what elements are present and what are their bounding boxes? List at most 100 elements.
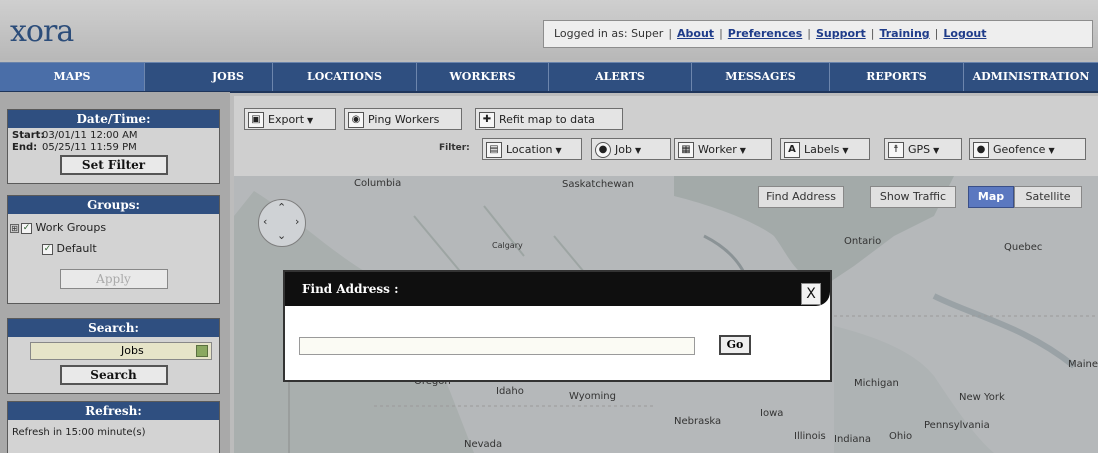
- header: xora Logged in as: Super | About | Preferenc…: [0, 0, 1098, 60]
- user-bar: Logged in as: Super | About | Preferences | Su…: [543, 20, 1093, 48]
- search-select[interactable]: Jobs: [30, 342, 212, 360]
- map-label: Michigan: [854, 378, 899, 389]
- gps-filter[interactable]: ☨ GPS ▼: [884, 138, 962, 160]
- refit-map-button[interactable]: ✚ Refit map to data: [475, 108, 623, 130]
- map-label: Saskatchewan: [562, 179, 634, 190]
- work-groups-label: Work Groups: [35, 221, 107, 234]
- dialog-titlebar: Find Address :: [285, 272, 830, 306]
- map-label: Illinois: [794, 431, 826, 442]
- groups-title: Groups:: [8, 196, 219, 214]
- address-input[interactable]: [299, 337, 695, 355]
- map-label: Iowa: [760, 408, 784, 419]
- find-address-control[interactable]: Find Address: [758, 186, 844, 208]
- pan-up-icon[interactable]: ⌃: [277, 201, 286, 214]
- default-group-row[interactable]: ✓ Default: [8, 234, 219, 255]
- refresh-panel: Refresh: Refresh in 15:00 minute(s): [7, 401, 220, 453]
- labels-filter[interactable]: A Labels ▼: [780, 138, 870, 160]
- set-filter-button[interactable]: Set Filter: [59, 155, 168, 175]
- map-label: Maine: [1068, 359, 1098, 370]
- logged-in-label: Logged in as: Super: [554, 27, 664, 40]
- ping-workers-button[interactable]: ◉ Ping Workers: [344, 108, 462, 130]
- map-view-toggle[interactable]: Map: [968, 186, 1014, 208]
- location-filter[interactable]: ▤ Location ▼: [482, 138, 582, 160]
- go-button[interactable]: Go: [719, 335, 751, 355]
- refresh-title: Refresh:: [8, 402, 219, 420]
- ping-icon: ◉: [348, 112, 364, 128]
- pan-left-icon[interactable]: ‹: [263, 215, 267, 228]
- dialog-title: Find Address :: [302, 282, 399, 296]
- map-label: Ohio: [889, 431, 913, 442]
- tab-administration[interactable]: ADMINISTRATION: [964, 63, 1098, 91]
- map-label: Quebec: [1004, 242, 1043, 253]
- map-label: Pennsylvania: [924, 420, 990, 431]
- datetime-panel: Date/Time: Start:03/01/11 12:00 AM End: 0…: [7, 109, 220, 184]
- tab-jobs[interactable]: JOBS: [145, 63, 273, 91]
- gps-icon: ☨: [888, 142, 904, 158]
- tab-alerts[interactable]: ALERTS: [549, 63, 692, 91]
- tab-reports[interactable]: REPORTS: [830, 63, 964, 91]
- pan-right-icon[interactable]: ›: [295, 215, 299, 228]
- preferences-link[interactable]: Preferences: [728, 21, 802, 47]
- map-toolbar: ▣ Export ▼ ◉ Ping Workers ✚ Refit map to dat…: [234, 96, 1098, 176]
- datetime-title: Date/Time:: [8, 110, 219, 128]
- export-icon: ▣: [248, 112, 264, 128]
- satellite-view-toggle[interactable]: Satellite: [1014, 186, 1082, 208]
- xora-logo: xora: [10, 14, 74, 49]
- start-label: Start:: [12, 130, 45, 141]
- start-row: Start:03/01/11 12:00 AM: [8, 128, 219, 141]
- checkbox-icon[interactable]: ✓: [42, 243, 53, 255]
- search-panel: Search: Jobs Search: [7, 318, 220, 394]
- tab-messages[interactable]: MESSAGES: [692, 63, 830, 91]
- work-groups-row[interactable]: ⊞ ✓ Work Groups: [8, 214, 219, 234]
- location-icon: ▤: [486, 142, 502, 158]
- groups-panel: Groups: ⊞ ✓ Work Groups ✓ Default Apply: [7, 195, 220, 304]
- end-row: End: 05/25/11 11:59 PM: [8, 141, 219, 153]
- worker-icon: ▦: [678, 142, 694, 158]
- geofence-filter[interactable]: ● Geofence ▼: [969, 138, 1086, 160]
- logout-link[interactable]: Logout: [943, 21, 986, 47]
- labels-icon: A: [784, 142, 800, 158]
- end-value: 05/25/11 11:59 PM: [42, 142, 137, 153]
- start-value: 03/01/11 12:00 AM: [42, 130, 138, 141]
- expand-icon[interactable]: ⊞: [10, 223, 19, 233]
- map-label: Idaho: [496, 386, 524, 397]
- checkbox-icon[interactable]: ✓: [21, 222, 32, 234]
- tab-workers[interactable]: WORKERS: [417, 63, 549, 91]
- map-label: Nevada: [464, 439, 503, 450]
- tab-locations[interactable]: LOCATIONS: [273, 63, 417, 91]
- close-icon[interactable]: X: [801, 283, 821, 305]
- pan-control[interactable]: ⌃ ‹ › ⌄: [258, 199, 306, 247]
- job-filter[interactable]: ● Job ▼: [591, 138, 671, 160]
- sidebar: Date/Time: Start:03/01/11 12:00 AM End: 0…: [0, 92, 230, 453]
- find-address-dialog: Find Address : X Go: [283, 270, 832, 382]
- apply-button[interactable]: Apply: [59, 269, 168, 289]
- map-label: Nebraska: [674, 416, 722, 427]
- geofence-icon: ●: [973, 142, 989, 158]
- end-label: End:: [12, 142, 38, 153]
- map-label: Wyoming: [569, 391, 616, 402]
- dropdown-icon[interactable]: [196, 345, 208, 357]
- about-link[interactable]: About: [677, 21, 714, 47]
- show-traffic-control[interactable]: Show Traffic: [870, 186, 956, 208]
- map-label: Calgary: [492, 241, 523, 250]
- main-nav: MAPS JOBS LOCATIONS WORKERS ALERTS MESSA…: [0, 62, 1098, 93]
- map-label: New York: [959, 392, 1005, 403]
- app-window: xora Logged in as: Super | About | Preferenc…: [0, 0, 1098, 453]
- export-button[interactable]: ▣ Export ▼: [244, 108, 336, 130]
- default-group-label: Default: [56, 242, 97, 255]
- support-link[interactable]: Support: [816, 21, 866, 47]
- map-label: Columbia: [354, 178, 402, 189]
- pan-down-icon[interactable]: ⌄: [277, 229, 286, 242]
- map-label: Indiana: [834, 434, 872, 445]
- refit-icon: ✚: [479, 112, 495, 128]
- search-button[interactable]: Search: [59, 365, 168, 385]
- map-label: Ontario: [844, 236, 882, 247]
- search-title: Search:: [8, 319, 219, 337]
- search-select-value: Jobs: [121, 344, 144, 357]
- refresh-text: Refresh in 15:00 minute(s): [12, 427, 146, 438]
- worker-filter[interactable]: ▦ Worker ▼: [674, 138, 772, 160]
- job-icon: ●: [595, 142, 611, 158]
- tab-maps[interactable]: MAPS: [0, 63, 145, 91]
- training-link[interactable]: Training: [879, 21, 929, 47]
- filter-label: Filter:: [439, 143, 470, 153]
